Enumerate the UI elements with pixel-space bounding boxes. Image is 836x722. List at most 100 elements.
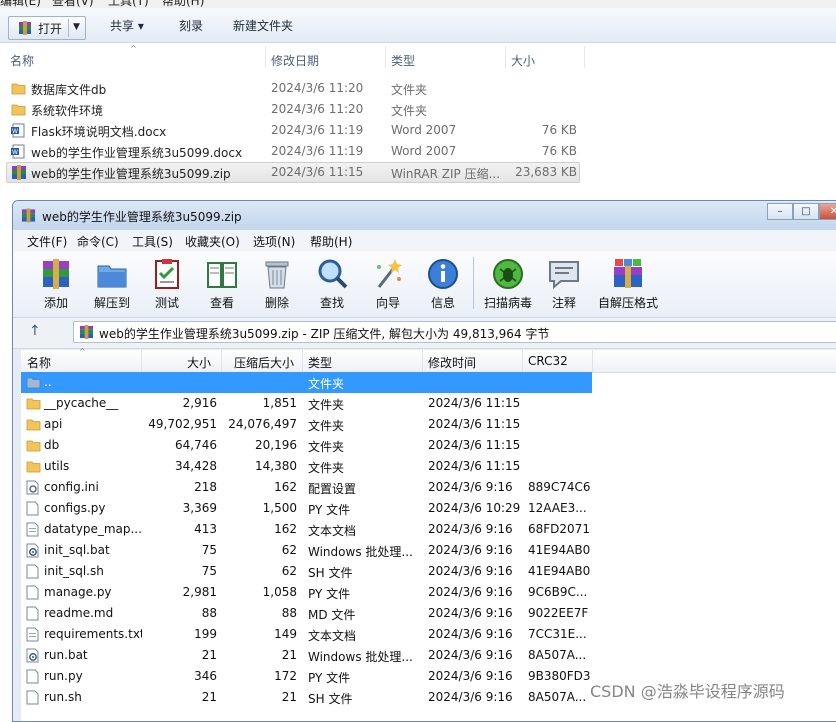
- file-row[interactable]: 数据库文件db 2024/3/6 11:20 文件夹: [0, 78, 836, 99]
- minimize-button[interactable]: –: [767, 203, 793, 220]
- view-button[interactable]: 查看: [204, 257, 240, 313]
- column-divider[interactable]: [302, 350, 303, 372]
- column-divider[interactable]: [505, 46, 506, 68]
- file-size: 88: [201, 606, 217, 620]
- list-row[interactable]: api 49,702,951 24,076,497 文件夹 2024/3/6 11:15: [21, 414, 836, 435]
- col-size-header[interactable]: 大小: [187, 354, 211, 371]
- list-row[interactable]: run.bat 21 21 Windows 批处理... 2024/3/6 9:16 8A…: [21, 645, 836, 666]
- up-arrow-icon[interactable]: ↑: [29, 323, 41, 339]
- file-modified: 2024/3/6 11:20: [271, 81, 364, 95]
- folder-icon: [26, 459, 41, 476]
- column-divider[interactable]: [592, 350, 593, 372]
- delete-button[interactable]: 删除: [259, 257, 295, 313]
- col-type-header[interactable]: 类型: [308, 354, 332, 371]
- menu-favorites[interactable]: 收藏夹(O): [185, 233, 240, 250]
- col-name-header[interactable]: 名称: [10, 52, 34, 69]
- explorer-column-header: 名称 ^ 修改日期 类型 大小: [0, 44, 836, 70]
- share-button[interactable]: 共享 ▾: [110, 16, 144, 36]
- wizard-button[interactable]: 向导: [370, 257, 406, 313]
- col-crc-header[interactable]: CRC32: [528, 354, 568, 368]
- list-row[interactable]: init_sql.sh 75 62 SH 文件 2024/3/6 9:16 41E94AB…: [21, 561, 836, 582]
- menu-tools[interactable]: 工具(S): [132, 233, 173, 250]
- column-divider[interactable]: [422, 350, 423, 372]
- extract-to-button[interactable]: 解压到: [94, 257, 130, 313]
- file-row[interactable]: W Flask环境说明文档.docx 2024/3/6 11:19 Word 2…: [0, 120, 836, 141]
- list-row[interactable]: __pycache__ 2,916 1,851 文件夹 2024/3/6 11:15: [21, 393, 836, 414]
- add-icon: [39, 257, 73, 291]
- batch-file-icon: [26, 543, 40, 561]
- find-button[interactable]: 查找: [314, 257, 350, 313]
- file-name: utils: [44, 459, 70, 473]
- file-crc32: 12AAE3...: [528, 501, 587, 515]
- file-modified: 2024/3/6 9:16: [428, 648, 513, 662]
- open-button[interactable]: 打开 ▼: [8, 16, 86, 40]
- file-size: 3,369: [182, 501, 217, 515]
- column-divider[interactable]: [385, 46, 386, 68]
- list-row[interactable]: configs.py 3,369 1,500 PY 文件 2024/3/6 10:29 1…: [21, 498, 836, 519]
- file-modified: 2024/3/6 9:16: [428, 690, 513, 704]
- path-field[interactable]: web的学生作业管理系统3u5099.zip - ZIP 压缩文件, 解包大小为…: [73, 321, 836, 343]
- col-packed-header[interactable]: 压缩后大小: [234, 354, 294, 371]
- list-row[interactable]: init_sql.bat 75 62 Windows 批处理... 2024/3/6 9…: [21, 540, 836, 561]
- file-row-selected[interactable]: web的学生作业管理系统3u5099.zip 2024/3/6 11:15 Wi…: [0, 162, 836, 183]
- file-type: SH 文件: [308, 566, 353, 580]
- column-divider[interactable]: [265, 46, 266, 68]
- file-type: 文件夹: [308, 461, 345, 475]
- menu-help[interactable]: 帮助(H): [310, 233, 352, 250]
- file-modified: 2024/3/6 9:16: [428, 564, 513, 578]
- watermark: CSDN @浩淼毕设程序源码: [590, 682, 785, 701]
- explorer-menu-help[interactable]: 帮助(H): [162, 0, 204, 8]
- info-button[interactable]: 信息: [425, 257, 461, 313]
- list-row[interactable]: manage.py 2,981 1,058 PY 文件 2024/3/6 9:16 9C6…: [21, 582, 836, 603]
- list-row[interactable]: requirements.txt 199 149 文本文档 2024/3/6 9:16 7…: [21, 624, 836, 645]
- column-divider[interactable]: [141, 350, 142, 372]
- explorer-menu-tools[interactable]: 工具(T): [108, 0, 149, 8]
- add-button[interactable]: 添加: [38, 257, 74, 313]
- list-row[interactable]: utils 34,428 14,380 文件夹 2024/3/6 11:15: [21, 456, 836, 477]
- list-row[interactable]: datatype_map.... 413 162 文本文档 2024/3/6 9:16 6…: [21, 519, 836, 540]
- list-row[interactable]: db 64,746 20,196 文件夹 2024/3/6 11:15: [21, 435, 836, 456]
- list-row[interactable]: config.ini 218 162 配置设置 2024/3/6 9:16 889C74C…: [21, 477, 836, 498]
- sfx-archive-icon: [611, 257, 645, 291]
- file-crc32: 9B380FD3: [528, 669, 591, 683]
- column-divider[interactable]: [522, 350, 523, 372]
- file-row[interactable]: W web的学生作业管理系统3u5099.docx 2024/3/6 11:19…: [0, 141, 836, 162]
- col-type-header[interactable]: 类型: [391, 52, 415, 69]
- file-type: Word 2007: [391, 123, 457, 137]
- column-divider[interactable]: [221, 350, 222, 372]
- winrar-icon: [79, 325, 94, 342]
- test-button[interactable]: 测试: [149, 257, 185, 313]
- list-row[interactable]: readme.md 88 88 MD 文件 2024/3/6 9:16 9022EE7F: [21, 603, 836, 624]
- scan-virus-button[interactable]: 扫描病毒: [484, 257, 532, 313]
- chevron-down-icon[interactable]: ▼: [73, 22, 80, 32]
- file-type: PY 文件: [308, 587, 351, 601]
- folder-icon: [11, 81, 26, 98]
- sfx-button[interactable]: 自解压格式: [598, 257, 658, 313]
- column-divider[interactable]: [584, 46, 585, 68]
- col-size-header[interactable]: 大小: [511, 52, 535, 69]
- col-name-header[interactable]: 名称: [27, 354, 51, 371]
- explorer-menu-edit[interactable]: 编辑(E): [0, 0, 41, 8]
- menu-file[interactable]: 文件(F): [27, 233, 67, 250]
- file-type: 文件夹: [308, 377, 345, 391]
- file-type: 文件夹: [308, 419, 345, 433]
- file-icon: [26, 690, 39, 708]
- menu-commands[interactable]: 命令(C): [77, 233, 119, 250]
- maximize-button[interactable]: □: [793, 203, 819, 220]
- list-row-selected[interactable]: .. 文件夹: [21, 372, 836, 393]
- file-name: ..: [44, 375, 52, 389]
- file-crc32: 8A507A...: [528, 648, 587, 662]
- col-modified-header[interactable]: 修改日期: [271, 52, 319, 69]
- menu-options[interactable]: 选项(N): [253, 233, 295, 250]
- col-modified-header[interactable]: 修改时间: [428, 354, 476, 371]
- explorer-menu-view[interactable]: 查看(V): [52, 0, 94, 8]
- burn-button[interactable]: 刻录: [179, 16, 203, 36]
- title-bar[interactable]: web的学生作业管理系统3u5099.zip – □ ✕: [13, 201, 836, 230]
- comment-button[interactable]: 注释: [546, 257, 582, 313]
- close-button[interactable]: ✕: [819, 203, 836, 220]
- file-row[interactable]: 系统软件环境 2024/3/6 11:20 文件夹: [0, 99, 836, 120]
- file-type: MD 文件: [308, 608, 356, 622]
- file-name: config.ini: [44, 480, 99, 494]
- file-size: 23,683 KB: [515, 165, 577, 179]
- new-folder-button[interactable]: 新建文件夹: [233, 16, 293, 36]
